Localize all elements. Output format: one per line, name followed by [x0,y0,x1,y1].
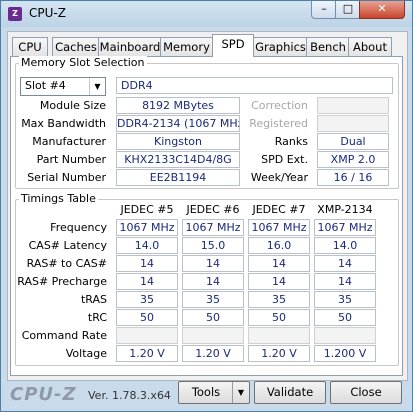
manufacturer-value: Kingston [116,133,240,150]
timing-cell: 15.0 [182,237,244,254]
timing-cell: 14.0 [314,237,376,254]
timing-cell: 50 [248,309,310,326]
timing-row-label: tRC [87,311,107,324]
part-number-value: KHX2133C14D4/8G [116,151,240,168]
memory-slot-legend: Memory Slot Selection [19,56,147,69]
timing-column-header: XMP-2134 [317,203,373,216]
timing-cell: 1067 MHz [248,219,310,236]
timing-cell: 14 [248,273,310,290]
version-text: Ver. 1.78.3.x64 [88,389,171,402]
slot-select-value: Slot #4 [25,79,66,92]
max-bandwidth-value: DDR4-2134 (1067 MHz) [116,115,240,132]
tab-about[interactable]: About [348,37,392,57]
serial-number-label: Serial Number [27,171,106,184]
title-bar[interactable]: Z CPU-Z – □ ✕ [1,1,412,27]
tab-cpu[interactable]: CPU [12,37,48,57]
part-number-label: Part Number [36,153,106,166]
registered-value [317,115,389,132]
timing-cell: 1.20 V [116,345,178,362]
timing-cell: 35 [248,291,310,308]
spd-ext-value: XMP 2.0 [317,151,389,168]
manufacturer-label: Manufacturer [32,135,106,148]
timing-cell: 50 [314,309,376,326]
tab-mainboard[interactable]: Mainboard [98,37,162,57]
validate-button[interactable]: Validate [254,381,326,404]
timing-column-header: JEDEC #6 [186,203,240,216]
timing-cell: 1067 MHz [182,219,244,236]
timing-cell: 1067 MHz [116,219,178,236]
cpuz-logo: CPU-Z [10,384,77,405]
correction-label: Correction [251,99,308,112]
timing-cell [248,327,310,344]
memory-type-field: DDR4 [116,77,393,94]
correction-value [317,97,389,114]
minimize-button[interactable]: – [311,1,337,19]
close-button[interactable]: Close [330,381,402,404]
timing-cell: 14 [116,273,178,290]
close-window-button[interactable]: ✕ [359,1,405,19]
module-size-label: Module Size [39,99,106,112]
timing-row-label: RAS# to CAS# [26,257,107,270]
timing-cell: 35 [116,291,178,308]
timing-row-label: Frequency [50,221,107,234]
week-year-label: Week/Year [250,171,308,184]
spd-ext-label: SPD Ext. [261,153,308,166]
week-year-value: 16 / 16 [317,169,389,186]
window-title: CPU-Z [29,6,66,20]
timing-row-label: tRAS [80,293,107,306]
registered-label: Registered [249,117,308,130]
tab-memory[interactable]: Memory [160,37,213,57]
timing-row-label: Command Rate [21,329,107,342]
slot-select[interactable]: Slot #4 ▼ [20,77,106,96]
timing-cell: 14 [314,273,376,290]
timing-cell: 14 [314,255,376,272]
timing-cell [314,327,376,344]
timing-cell: 50 [182,309,244,326]
timing-cell: 35 [314,291,376,308]
timing-cell: 14 [116,255,178,272]
timings-table-legend: Timings Table [19,192,98,205]
timing-cell: 35 [182,291,244,308]
cpuz-app-icon: Z [8,7,22,21]
timing-cell: 14 [182,273,244,290]
timing-cell: 1.20 V [182,345,244,362]
maximize-button[interactable]: □ [335,1,361,19]
ranks-value: Dual [317,133,389,150]
timing-cell: 50 [116,309,178,326]
max-bandwidth-label: Max Bandwidth [21,117,106,130]
serial-number-value: EE2B1194 [116,169,240,186]
timing-cell [116,327,178,344]
tools-button-label: Tools [191,385,221,399]
tab-bench[interactable]: Bench [306,37,350,57]
chevron-down-icon[interactable]: ▼ [232,382,249,403]
timing-cell: 14.0 [116,237,178,254]
chevron-down-icon[interactable]: ▼ [89,78,105,95]
timing-cell: 14 [182,255,244,272]
timing-column-header: JEDEC #7 [252,203,306,216]
timing-cell: 14 [248,255,310,272]
tab-caches[interactable]: Caches [52,37,100,57]
ranks-label: Ranks [274,135,308,148]
timing-cell: 16.0 [248,237,310,254]
timing-row-label: CAS# Latency [28,239,107,252]
timing-cell: 1067 MHz [314,219,376,236]
timing-row-label: RAS# Precharge [17,275,107,288]
tab-graphics[interactable]: Graphics [253,37,308,57]
timing-column-header: JEDEC #5 [120,203,174,216]
timing-cell: 1.20 V [248,345,310,362]
timing-cell [182,327,244,344]
timing-cell: 1.200 V [314,345,376,362]
tools-button[interactable]: Tools ▼ [178,381,250,404]
timing-row-label: Voltage [65,347,107,360]
tab-spd[interactable]: SPD [212,34,254,57]
module-size-value: 8192 MBytes [116,97,240,114]
